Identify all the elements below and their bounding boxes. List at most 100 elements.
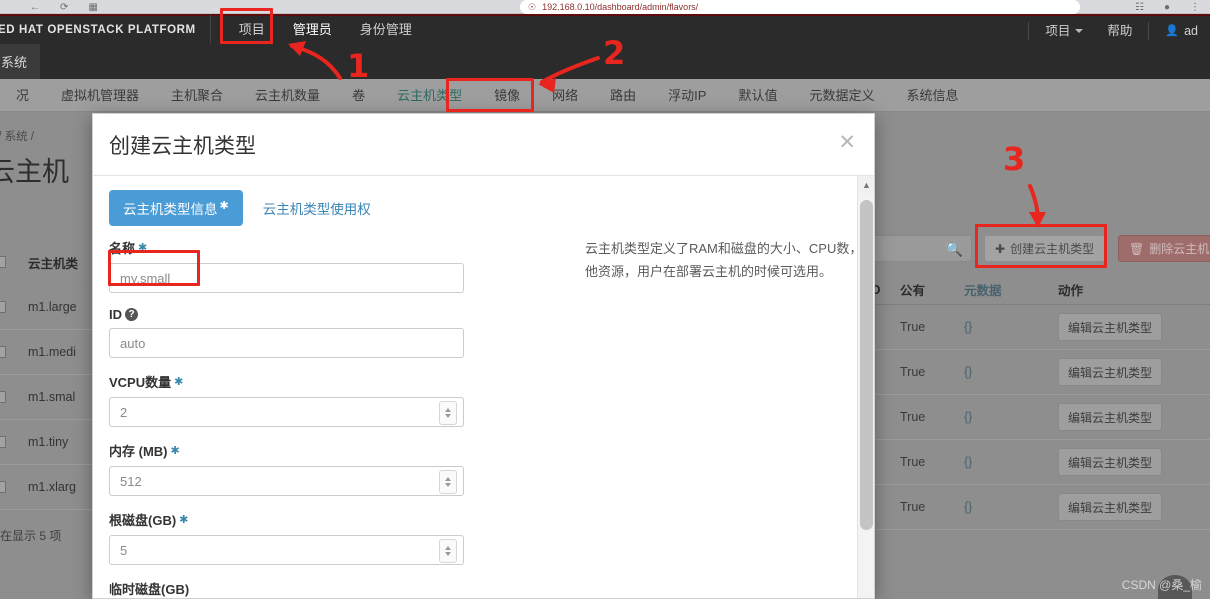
browser-menu-icon[interactable]: ⋮ [1190,2,1200,13]
tab-flavor-access[interactable]: 云主机类型使用权 [249,190,385,226]
memory-stepper[interactable] [439,470,457,494]
scrollbar-thumb[interactable] [860,200,873,530]
cell-metadata: {} [964,365,973,379]
tab-defaults[interactable]: 默认值 [722,79,793,112]
vcpus-input-value: 2 [120,404,128,420]
memory-input-value: 512 [120,473,142,489]
edit-flavor-button[interactable]: 编辑云主机类型 [1058,493,1163,521]
extensions-icon[interactable]: ☷ [1135,2,1144,13]
scroll-up-icon[interactable]: ▲ [858,176,874,193]
row-checkbox[interactable] [0,481,6,493]
back-arrow-icon[interactable]: ← [30,2,40,13]
label-name: 名称 ✱ [109,238,481,257]
tab-floating-ips[interactable]: 浮动IP [652,79,722,112]
table-body-right: 4 True {} 编辑云主机类型 3 True {} 编辑云主机类型 2 Tr… [860,305,1210,530]
select-all-checkbox[interactable] [0,256,6,268]
table-row[interactable]: 1 True {} 编辑云主机类型 [860,440,1210,485]
chevron-up-icon[interactable] [445,546,451,550]
label-ephemeral-disk: 临时磁盘(GB) [109,579,481,598]
sidebar-item-system[interactable]: 系统 [0,44,40,79]
help-icon[interactable]: ? [125,308,138,321]
cell-actions: 编辑云主机类型 [1054,448,1210,476]
row-checkbox[interactable] [0,346,6,358]
chevron-up-icon[interactable] [445,408,451,412]
user-menu[interactable]: 👤 ad [1153,16,1210,46]
close-icon[interactable]: ✕ [838,132,856,153]
address-bar-text: 192.168.0.10/dashboard/admin/flavors/ [542,2,699,12]
cell-public: True [900,365,926,379]
vcpus-input[interactable]: 2 [109,397,464,427]
row-checkbox[interactable] [0,391,6,403]
cell-metadata: {} [964,320,973,334]
required-marker: ✱ [174,376,184,388]
topnav-item-admin[interactable]: 管理员 [279,15,346,45]
tab-networks[interactable]: 网络 [536,79,594,112]
flavor-table-right: 🔍 ✚ 创建云主机类型 🗑 删除云主机类 ID 公有 元数据 动作 4 True… [860,112,1210,599]
modal-body: 云主机类型信息 ✱ 云主机类型使用权 名称 ✱ my.small ID ? auto [93,176,875,598]
search-input[interactable]: 🔍 [860,235,972,262]
table-row[interactable]: 2 True {} 编辑云主机类型 [860,395,1210,440]
cell-metadata: {} [964,455,973,469]
chevron-down-icon[interactable] [445,414,451,418]
project-selector[interactable]: 项目 [1033,16,1095,46]
tab-flavors[interactable]: 云主机类型 [381,79,478,112]
top-right-area: 项目 帮助 👤 ad [1024,16,1210,46]
tab-routers[interactable]: 路由 [594,79,652,112]
id-input-value: auto [120,335,146,351]
tab-metadata-definitions[interactable]: 元数据定义 [793,79,890,112]
flavor-name: m1.xlarg [28,480,76,494]
apps-icon[interactable]: ▦ [88,2,97,13]
reload-icon[interactable]: ⟳ [60,2,68,13]
label-root-disk-text: 根磁盘(GB) [109,513,177,528]
table-row[interactable]: 4 True {} 编辑云主机类型 [860,305,1210,350]
tab-instances[interactable]: 云主机数量 [239,79,336,112]
root-disk-stepper[interactable] [439,539,457,563]
label-name-text: 名称 [109,241,136,256]
vcpus-stepper[interactable] [439,401,457,425]
chevron-down-icon[interactable] [445,483,451,487]
tab-host-aggregates[interactable]: 主机聚合 [155,79,239,112]
edit-flavor-button[interactable]: 编辑云主机类型 [1058,358,1163,386]
id-input[interactable]: auto [109,328,464,358]
search-icon: 🔍 [945,241,963,257]
edit-flavor-button[interactable]: 编辑云主机类型 [1058,403,1163,431]
chevron-down-icon [1075,29,1084,33]
tab-system-information[interactable]: 系统信息 [890,79,974,112]
label-id-text: ID [109,307,122,322]
watermark-avatar [1158,575,1192,599]
browser-chrome-sliver: ← ⟳ ▦ ☉ 192.168.0.10/dashboard/admin/fla… [0,0,1210,14]
edit-flavor-button[interactable]: 编辑云主机类型 [1058,448,1163,476]
memory-input[interactable]: 512 [109,466,464,496]
profile-icon[interactable]: ● [1164,2,1170,13]
topright-divider [1028,22,1030,40]
cell-public: True [900,320,926,334]
modal-description: 云主机类型定义了RAM和磁盘的大小、CPU数，以及其他资源，用户在部署云主机的时… [585,241,875,279]
top-nav-items: 项目 管理员 身份管理 [225,15,426,45]
edit-flavor-button[interactable]: 编辑云主机类型 [1058,313,1163,341]
row-checkbox[interactable] [0,436,6,448]
chevron-up-icon[interactable] [445,477,451,481]
column-header-flavor-name: 云主机类 [28,256,79,271]
table-row[interactable]: 3 True {} 编辑云主机类型 [860,350,1210,395]
tab-overview[interactable]: 况 [0,79,45,112]
modal-scrollbar[interactable]: ▲ [857,176,874,598]
help-link[interactable]: 帮助 [1095,16,1144,46]
cell-public: True [900,500,926,514]
root-disk-input[interactable]: 5 [109,535,464,565]
row-checkbox[interactable] [0,301,6,313]
tab-hypervisors[interactable]: 虚拟机管理器 [45,79,155,112]
user-icon: 👤 [1165,25,1180,37]
chevron-down-icon[interactable] [445,552,451,556]
create-flavor-modal: 创建云主机类型 ✕ 云主机类型信息 ✱ 云主机类型使用权 名称 ✱ my.small… [92,113,875,599]
browser-address-bar[interactable]: ☉ 192.168.0.10/dashboard/admin/flavors/ [520,0,1080,14]
topnav-item-identity[interactable]: 身份管理 [346,15,426,45]
tab-volumes[interactable]: 卷 [336,79,381,112]
create-flavor-button[interactable]: ✚ 创建云主机类型 [984,235,1106,262]
cell-actions: 编辑云主机类型 [1054,358,1210,386]
name-input[interactable]: my.small [109,263,464,293]
delete-flavors-button[interactable]: 🗑 删除云主机类 [1118,235,1210,262]
tab-images[interactable]: 镜像 [478,79,536,112]
topnav-item-projects[interactable]: 项目 [225,15,279,45]
table-row[interactable]: 5 True {} 编辑云主机类型 [860,485,1210,530]
tab-flavor-info[interactable]: 云主机类型信息 ✱ [109,190,243,226]
